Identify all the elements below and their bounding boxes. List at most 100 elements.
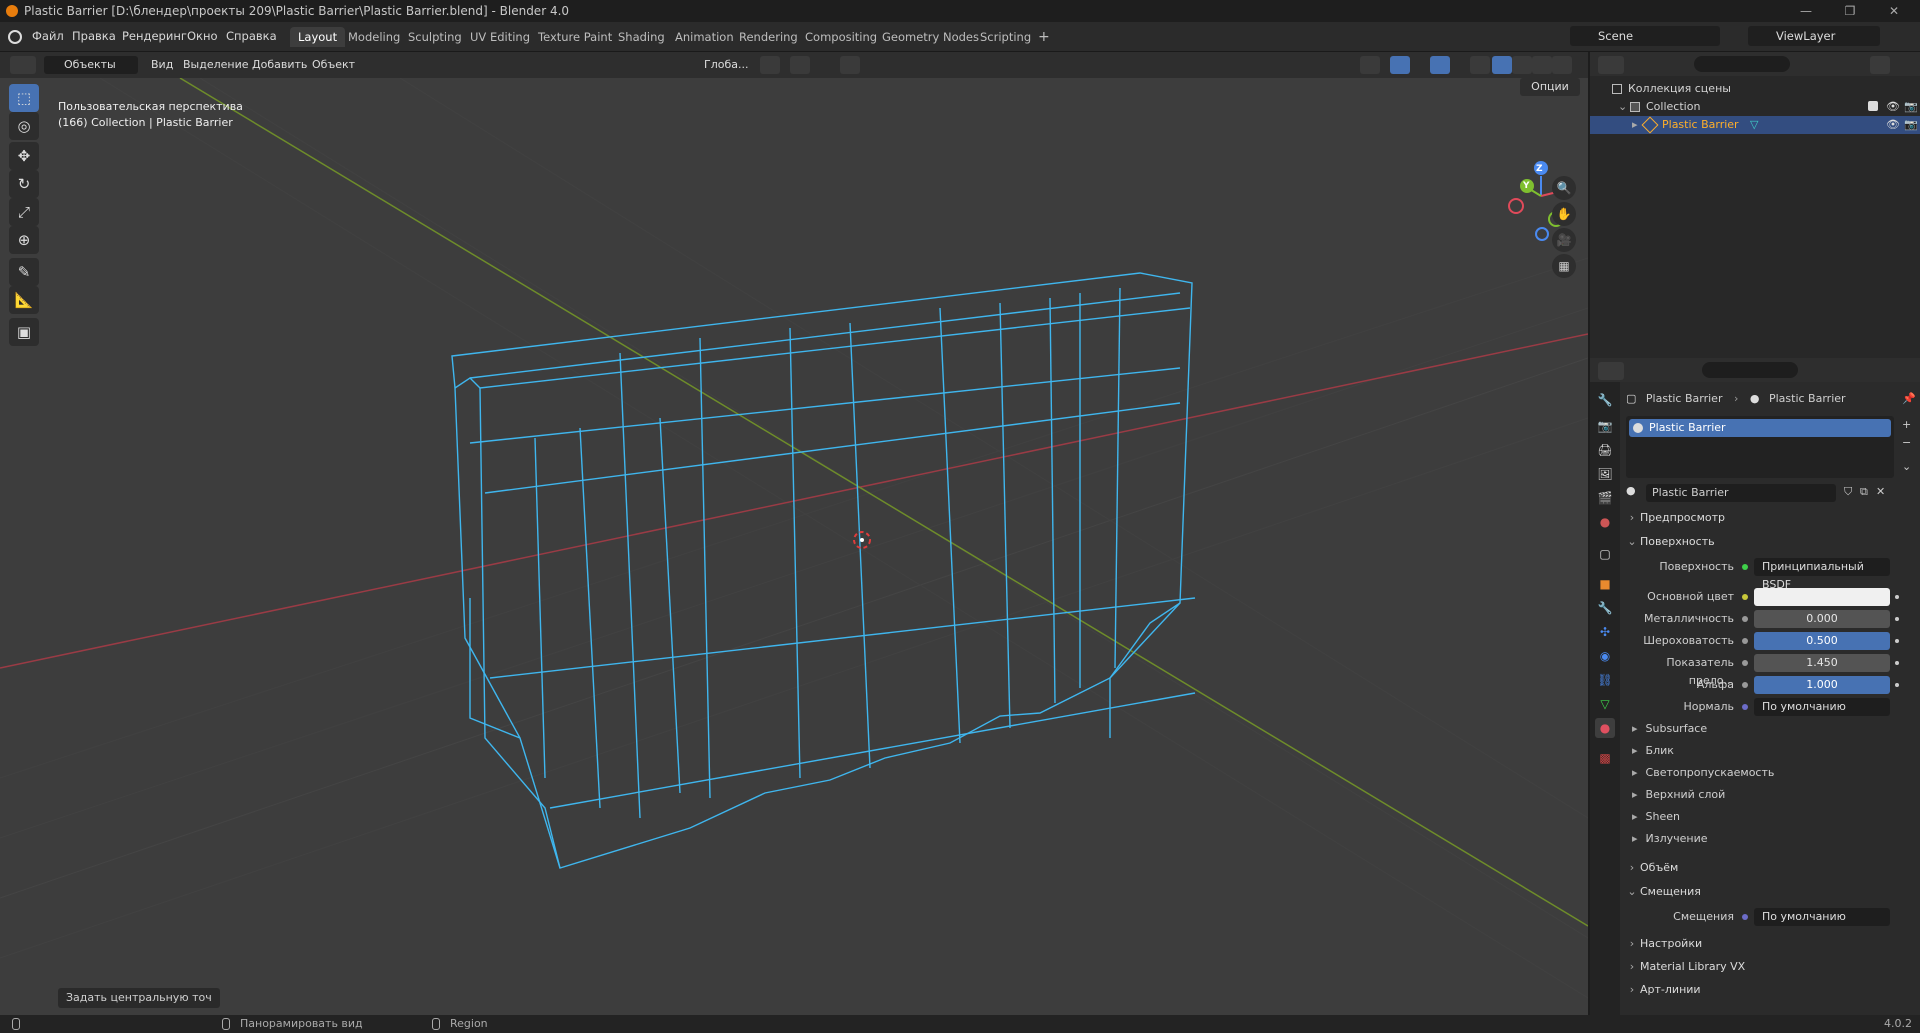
grid-view-icon[interactable]: ▦ (1552, 254, 1576, 278)
tab-rendering[interactable]: Rendering (731, 27, 806, 47)
eye-icon[interactable]: 👁 (1886, 116, 1900, 134)
mode-selector[interactable]: Объекты (44, 56, 138, 74)
material-name-field[interactable]: Plastic Barrier (1646, 484, 1836, 502)
xray-icon[interactable] (1470, 56, 1490, 74)
menu-select[interactable]: Выделение (183, 56, 249, 74)
measure-tool[interactable]: 📐 (9, 286, 39, 314)
base-color-swatch[interactable] (1754, 588, 1890, 606)
camera-render-icon[interactable]: 📷 (1904, 98, 1918, 116)
blender-menu-icon[interactable] (8, 30, 22, 44)
menu-edit[interactable]: Правка (72, 29, 116, 43)
tab-uv-editing[interactable]: UV Editing (462, 27, 538, 47)
keyframe-dot-icon[interactable] (1895, 683, 1899, 687)
mesh-data-icon[interactable]: ▽ (1750, 116, 1758, 134)
expand-arrow-icon[interactable]: ▸ (1632, 116, 1638, 134)
tab-shading[interactable]: Shading (610, 27, 673, 47)
ior-field[interactable]: 1.450 (1754, 654, 1890, 672)
camera-render-icon[interactable]: 📷 (1904, 116, 1918, 134)
pivot-icon[interactable] (760, 56, 780, 74)
menu-window[interactable]: Окно (187, 29, 218, 43)
panel-settings[interactable]: › Настройки (1624, 934, 1914, 954)
panel-preview[interactable]: › Предпросмотр (1624, 508, 1914, 528)
duplicate-material-icon[interactable]: ⧉ (1860, 485, 1868, 499)
eye-icon[interactable]: 👁 (1886, 98, 1900, 116)
outliner-object-plastic-barrier[interactable]: ▸ Plastic Barrier ▽ 👁 📷 (1590, 116, 1920, 134)
keyframe-dot-icon[interactable] (1895, 661, 1899, 665)
panel-line-art[interactable]: › Арт-линии (1624, 980, 1914, 1000)
subpanel-sheen[interactable]: ▸ Sheen (1632, 808, 1680, 826)
select-box-tool[interactable]: ⬚ (9, 84, 39, 112)
close-button[interactable]: ✕ (1876, 0, 1912, 22)
panel-surface[interactable]: ⌄ Поверхность (1624, 532, 1914, 552)
rotate-tool[interactable]: ↻ (9, 170, 39, 198)
data-tab-icon[interactable]: ▽ (1595, 694, 1615, 714)
material-tab-icon[interactable]: ● (1595, 718, 1615, 738)
keyframe-dot-icon[interactable] (1895, 595, 1899, 599)
scene-tab-icon[interactable]: 🎬 (1595, 488, 1615, 508)
menu-object[interactable]: Объект (312, 56, 355, 74)
proportional-edit-icon[interactable] (840, 56, 860, 74)
tab-layout[interactable]: Layout (290, 27, 346, 47)
outliner-search-input[interactable] (1694, 56, 1790, 72)
solid-shading-icon[interactable] (1512, 56, 1532, 74)
menu-file[interactable]: Файл (32, 29, 64, 43)
remove-slot-icon[interactable]: − (1902, 436, 1911, 449)
output-tab-icon[interactable]: 🖨 (1595, 440, 1615, 460)
menu-render[interactable]: Рендеринг (122, 29, 187, 43)
transform-orientation[interactable]: Глоба... (686, 56, 748, 74)
properties-search-input[interactable] (1702, 362, 1798, 378)
outliner-collection[interactable]: ⌄ Collection 👁 📷 (1590, 98, 1920, 116)
view-layer-tab-icon[interactable]: 🖼 (1595, 464, 1615, 484)
camera-icon[interactable]: 🎥 (1552, 228, 1576, 252)
visibility-icon[interactable] (1360, 56, 1380, 74)
menu-add[interactable]: Добавить (252, 56, 307, 74)
cursor-tool[interactable]: ◎ (9, 112, 39, 140)
subpanel-transmission[interactable]: ▸ Светопропускаемость (1632, 764, 1774, 782)
texture-tab-icon[interactable]: ▩ (1595, 748, 1615, 768)
displacement-field[interactable]: По умолчанию (1754, 908, 1890, 926)
material-slot-item[interactable]: Plastic Barrier (1629, 419, 1891, 437)
roughness-slider[interactable]: 0.500 (1754, 632, 1890, 650)
fake-user-shield-icon[interactable]: ⛉ (1844, 485, 1852, 499)
render-tab-icon[interactable]: 📷 (1595, 416, 1615, 436)
rendered-shading-icon[interactable] (1552, 56, 1572, 74)
editor-type-icon[interactable] (10, 56, 36, 74)
pan-hand-icon[interactable]: ✋ (1552, 202, 1576, 226)
filter-icon[interactable] (1870, 56, 1890, 74)
overlay-toggle-icon[interactable] (1430, 56, 1450, 74)
alpha-slider[interactable]: 1.000 (1754, 676, 1890, 694)
view-layer-selector[interactable]: ViewLayer (1748, 26, 1880, 46)
add-slot-icon[interactable]: + (1902, 418, 1911, 431)
tab-sculpting[interactable]: Sculpting (400, 27, 470, 47)
constraints-tab-icon[interactable]: ⛓ (1595, 670, 1615, 690)
keyframe-dot-icon[interactable] (1895, 617, 1899, 621)
object-tab-icon[interactable]: ■ (1595, 574, 1615, 594)
minimize-button[interactable]: — (1788, 0, 1824, 22)
zoom-icon[interactable]: 🔍 (1552, 176, 1576, 200)
normal-field[interactable]: По умолчанию (1754, 698, 1890, 716)
subpanel-emission[interactable]: ▸ Излучение (1632, 830, 1708, 848)
material-slot-list[interactable]: Plastic Barrier (1626, 416, 1894, 478)
panel-displacement[interactable]: ⌄ Смещения (1624, 882, 1914, 902)
scale-tool[interactable]: ⤢ (9, 198, 39, 226)
scene-selector[interactable]: Scene (1570, 26, 1720, 46)
slot-menu-chevron-icon[interactable]: ⌄ (1902, 460, 1911, 473)
unlink-material-icon[interactable]: ✕ (1876, 485, 1885, 498)
tab-modeling[interactable]: Modeling (340, 27, 408, 47)
panel-volume[interactable]: › Объём (1624, 858, 1914, 878)
editor-type-icon[interactable] (1598, 362, 1624, 380)
metallic-field[interactable]: 0.000 (1754, 610, 1890, 628)
move-tool[interactable]: ✥ (9, 142, 39, 170)
material-browse-icon[interactable]: ● (1626, 484, 1646, 502)
options-button[interactable]: Опции (1520, 78, 1580, 96)
add-cube-tool[interactable]: ▣ (9, 318, 39, 346)
material-shading-icon[interactable] (1532, 56, 1552, 74)
surface-shader-field[interactable]: Принципиальный BSDF (1754, 558, 1890, 591)
physics-tab-icon[interactable]: ◉ (1595, 646, 1615, 666)
keyframe-dot-icon[interactable] (1895, 639, 1899, 643)
wireframe-shading-icon[interactable] (1492, 56, 1512, 74)
expand-chevron-icon[interactable]: ⌄ (1618, 98, 1627, 116)
transform-tool[interactable]: ⊕ (9, 226, 39, 254)
snap-icon[interactable] (790, 56, 810, 74)
menu-help[interactable]: Справка (226, 29, 277, 43)
